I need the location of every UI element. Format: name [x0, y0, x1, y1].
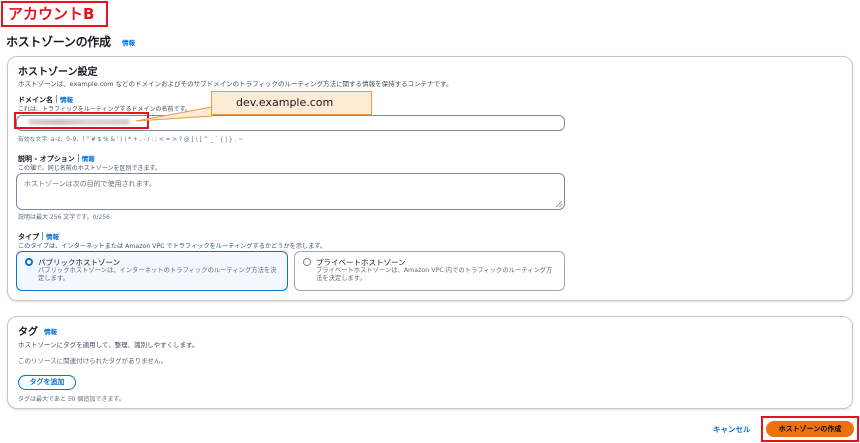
description-hint: 説明は最大 256 文字です。0/256 — [18, 214, 110, 221]
domain-hint: 有効な文字: a–z、0–9、! " # $ % & ' ( ) * + , -… — [18, 137, 244, 143]
divider — [56, 95, 57, 103]
tags-info-link[interactable]: 情報 — [44, 326, 57, 336]
description-textarea[interactable]: ホストゾーンは次の目的で使用されます。 — [16, 173, 565, 210]
settings-section-title: ホストゾーン設定 — [18, 67, 98, 78]
public-radio[interactable] — [25, 258, 33, 266]
tags-description: ホストゾーンにタグを適用して、整理、識別しやすくします。 — [18, 341, 199, 349]
private-radio[interactable] — [303, 258, 311, 266]
callout-pointer — [135, 106, 213, 122]
domain-info-link[interactable]: 情報 — [60, 96, 73, 104]
domain-label: ドメイン名 — [18, 96, 53, 104]
domain-highlight-box — [14, 112, 149, 129]
settings-description: ホストゾーンは、example.com などのドメインおよびそのサブドメインのト… — [18, 80, 453, 88]
description-label: 説明 - オプション — [18, 155, 75, 163]
tags-section-title: タグ — [18, 327, 38, 338]
public-hosted-zone-option[interactable]: パブリックホストゾーン パブリックホストゾーンは、インターネットのトラフィックの… — [16, 251, 288, 291]
cancel-button[interactable]: キャンセル — [713, 424, 751, 435]
add-tag-button[interactable]: タグを追加 — [18, 375, 76, 390]
type-description: このタイプは、インターネットまたは Amazon VPC でトラフィックをルーテ… — [18, 243, 327, 250]
description-help: この値で、同じ名前のホストゾーンを区別できます。 — [18, 165, 161, 172]
divider — [42, 232, 43, 240]
account-label: アカウントB — [1, 1, 108, 27]
tags-empty-text: このリソースに関連付けられたタグがありません。 — [18, 357, 167, 365]
tags-limit-text: タグは最大であと 50 個追加できます。 — [18, 396, 125, 403]
page-title-info-link[interactable]: 情報 — [122, 37, 135, 47]
resize-handle-icon[interactable] — [556, 201, 562, 207]
private-option-description: プライベートホストゾーンは、Amazon VPC 内でのトラフィックのルーティン… — [316, 267, 553, 282]
page-title: ホストゾーンの作成 — [6, 35, 111, 49]
private-hosted-zone-option[interactable]: プライベートホストゾーン プライベートホストゾーンは、Amazon VPC 内で… — [294, 251, 565, 291]
type-label: タイプ — [18, 233, 39, 241]
public-option-description: パブリックホストゾーンは、インターネットのトラフィックのルーティング方法を決定し… — [38, 267, 277, 282]
domain-callout: dev.example.com — [211, 91, 372, 115]
divider — [77, 154, 79, 162]
create-hosted-zone-button[interactable]: ホストゾーンの作成 — [766, 421, 854, 437]
description-info-link[interactable]: 情報 — [82, 155, 95, 163]
description-placeholder: ホストゾーンは次の目的で使用されます。 — [24, 180, 156, 188]
type-info-link[interactable]: 情報 — [46, 233, 59, 241]
